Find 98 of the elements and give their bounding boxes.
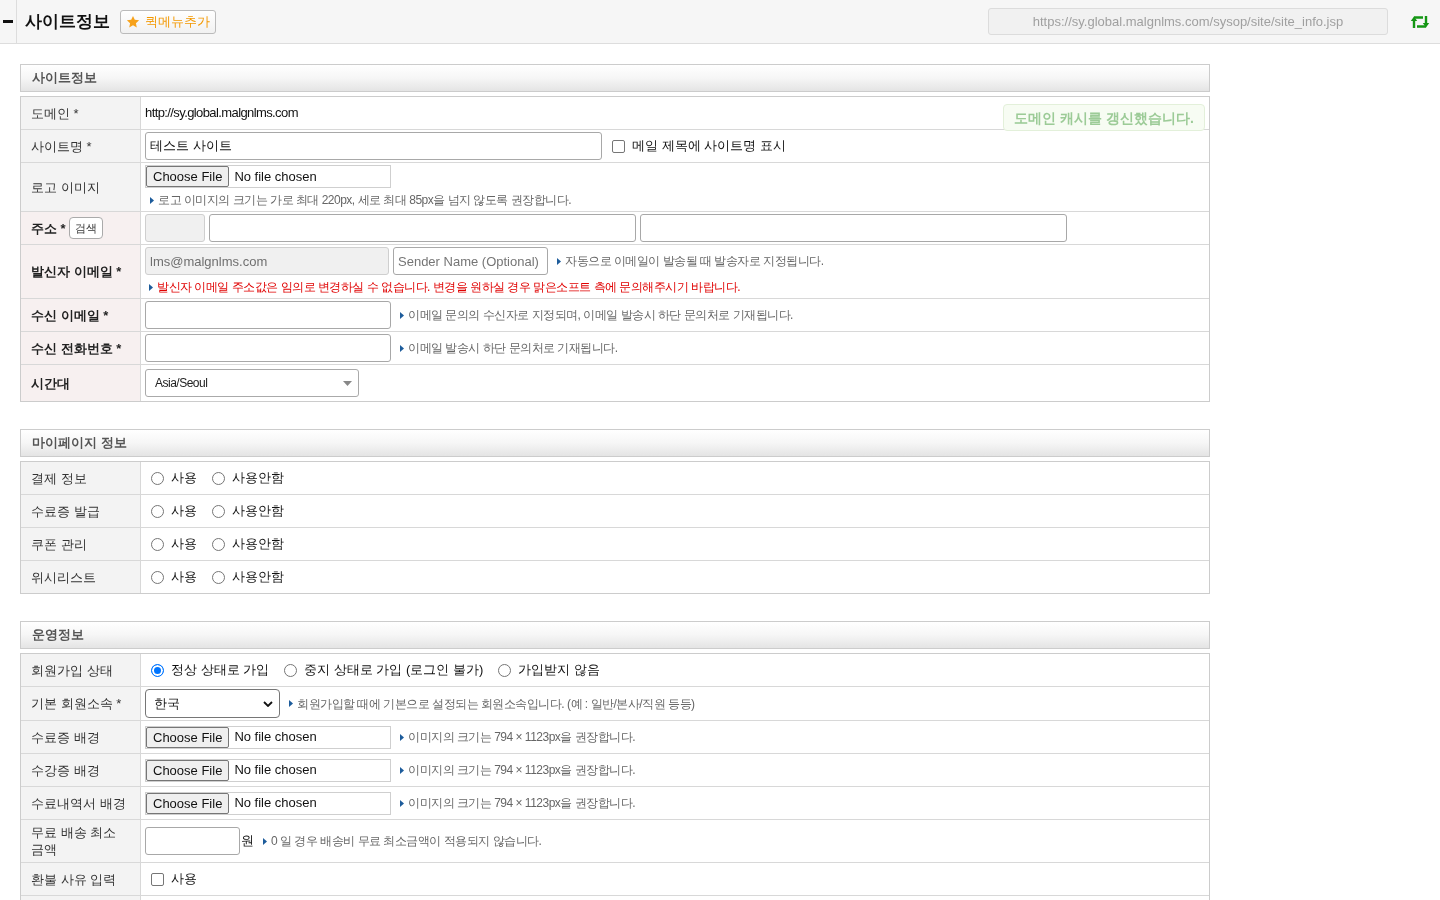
triangle-bullet-icon bbox=[263, 837, 267, 845]
radio-label: 사용안함 bbox=[232, 469, 284, 488]
unit-text: 원 bbox=[241, 832, 254, 851]
choose-file-button[interactable]: Choose File bbox=[146, 166, 230, 187]
field-label: 로고 이미지 bbox=[31, 178, 100, 196]
radio-button[interactable] bbox=[151, 570, 164, 584]
radio-label: 가입받지 않음 bbox=[518, 661, 600, 680]
radio-button[interactable] bbox=[498, 663, 512, 677]
radio-label: 사용안함 bbox=[232, 502, 284, 521]
field-label: 발신자 이메일 * bbox=[31, 263, 122, 280]
hint-text: 회원가입할 때에 기본으로 설정되는 회원소속입니다. (예 : 일반/본사/직원 등등) bbox=[297, 695, 695, 713]
radio-label: 사용 bbox=[171, 502, 197, 521]
select-field[interactable]: 한국 bbox=[145, 689, 280, 718]
triangle-down-icon bbox=[343, 380, 352, 386]
hint-text: 0 일 경우 배송비 무료 최소금액이 적용되지 않습니다. bbox=[271, 833, 542, 850]
file-field[interactable]: Choose File No file chosen bbox=[145, 725, 391, 749]
text-field[interactable] bbox=[145, 301, 391, 329]
radio-button[interactable] bbox=[151, 663, 164, 677]
choose-file-button[interactable]: Choose File bbox=[146, 726, 230, 748]
radio-button[interactable] bbox=[212, 471, 225, 485]
triangle-bullet-icon bbox=[289, 700, 293, 707]
hint-text: 자동으로 이메일이 발송될 때 발송자로 지정됩니다. bbox=[565, 253, 824, 270]
triangle-bullet-icon bbox=[400, 311, 404, 319]
file-field[interactable]: Choose File No file chosen bbox=[145, 791, 391, 815]
checkbox-label: 사용 bbox=[171, 870, 197, 889]
chevron-down-icon bbox=[263, 700, 273, 707]
text-field[interactable] bbox=[209, 214, 636, 242]
radio-label: 사용 bbox=[171, 568, 197, 587]
triangle-bullet-icon bbox=[150, 196, 154, 204]
radio-button[interactable] bbox=[151, 504, 164, 518]
radio-label: 중지 상태로 가입 (로그인 불가) bbox=[304, 661, 484, 680]
section-header: 사이트정보 bbox=[20, 64, 1210, 92]
file-field[interactable]: Choose File No file chosen bbox=[145, 758, 391, 782]
field-label: 수료내역서 배경 bbox=[31, 794, 126, 812]
search-button[interactable]: 검색 bbox=[68, 217, 103, 239]
checkbox[interactable] bbox=[612, 139, 625, 153]
triangle-bullet-icon bbox=[149, 283, 153, 291]
toast-message: 도메인 캐시를 갱신했습니다. bbox=[1003, 104, 1205, 131]
file-status-text: No file chosen bbox=[234, 167, 317, 186]
text-field[interactable] bbox=[145, 827, 240, 855]
field-label: 수료증 배경 bbox=[31, 728, 100, 746]
field-label: 쿠폰 관리 bbox=[31, 535, 87, 553]
field-label: 수강증 배경 bbox=[31, 761, 100, 779]
choose-file-button[interactable]: Choose File bbox=[146, 792, 230, 814]
triangle-bullet-icon bbox=[400, 344, 404, 352]
field-label: 결제 정보 bbox=[31, 469, 87, 487]
refresh-icon[interactable] bbox=[1410, 13, 1430, 30]
radio-label: 사용안함 bbox=[232, 535, 284, 554]
radio-label: 사용안함 bbox=[232, 568, 284, 587]
triangle-bullet-icon bbox=[400, 799, 404, 807]
field-label: 회원가입 상태 bbox=[31, 661, 113, 679]
field-label: 주소 * bbox=[31, 219, 66, 237]
triangle-bullet-icon bbox=[400, 766, 404, 774]
section-header: 마이페이지 정보 bbox=[20, 429, 1210, 457]
page-title: 사이트정보 bbox=[25, 10, 110, 33]
file-status-text: No file chosen bbox=[234, 794, 317, 813]
radio-button[interactable] bbox=[151, 471, 164, 485]
file-status-text: No file chosen bbox=[234, 728, 317, 747]
field-label: 수료증 발급 bbox=[31, 502, 100, 520]
checkbox-label: 메일 제목에 사이트명 표시 bbox=[632, 137, 786, 156]
hint-text: 이미지의 크기는 794 × 1123px을 권장합니다. bbox=[408, 795, 635, 812]
field-label: 시간대 bbox=[31, 374, 70, 392]
field-label: 수신 전화번호 * bbox=[31, 339, 122, 357]
value-text: http://sy.global.malgnlms.com bbox=[145, 104, 298, 123]
hint-text: 로고 이미지의 크기는 가로 최대 220px, 세로 최대 85px을 넘지 않도록 권장합니다. bbox=[158, 192, 572, 209]
field-label: 수신 이메일 * bbox=[31, 306, 109, 324]
field-label: 도메인 * bbox=[31, 104, 79, 122]
checkbox[interactable] bbox=[151, 872, 164, 886]
star-icon bbox=[126, 14, 140, 29]
file-status-text: No file chosen bbox=[234, 761, 317, 780]
field-label: 기본 회원소속 * bbox=[31, 695, 122, 712]
field-label: 환불 사유 입력 bbox=[31, 870, 117, 888]
warning-text: 발신자 이메일 주소값은 임의로 변경하실 수 없습니다. 변경을 원하실 경우 맑은소프트 측에 문의해주시기 바랍니다. bbox=[157, 279, 740, 296]
select-field[interactable]: Asia/Seoul bbox=[145, 369, 359, 397]
hint-text: 이미지의 크기는 794 × 1123px을 권장합니다. bbox=[408, 762, 635, 779]
text-field[interactable] bbox=[145, 334, 391, 362]
radio-label: 사용 bbox=[171, 535, 197, 554]
field-label: 위시리스트 bbox=[31, 568, 96, 586]
triangle-bullet-icon bbox=[557, 257, 561, 265]
section-header: 운영정보 bbox=[20, 621, 1210, 649]
field-label: 무료 배송 최소 금액 bbox=[31, 824, 118, 858]
radio-label: 사용 bbox=[171, 469, 197, 488]
choose-file-button[interactable]: Choose File bbox=[146, 759, 230, 781]
radio-label: 정상 상태로 가입 bbox=[171, 661, 270, 680]
hint-text: 이메일 문의의 수신자로 지정되며, 이메일 발송시 하단 문의처로 기재됩니다. bbox=[408, 307, 793, 324]
radio-button[interactable] bbox=[212, 504, 225, 518]
field-label: 사이트명 * bbox=[31, 137, 92, 155]
radio-button[interactable] bbox=[151, 537, 164, 551]
triangle-bullet-icon bbox=[400, 733, 404, 741]
radio-button[interactable] bbox=[284, 663, 298, 677]
text-field[interactable]: 테스트 사이트 bbox=[145, 132, 602, 160]
text-field[interactable]: Sender Name (Optional) bbox=[393, 247, 548, 275]
file-field[interactable]: Choose File No file chosen bbox=[145, 165, 391, 188]
hint-text: 이메일 발송시 하단 문의처로 기재됩니다. bbox=[408, 340, 618, 357]
radio-button[interactable] bbox=[212, 570, 225, 584]
text-field[interactable] bbox=[640, 214, 1067, 242]
radio-button[interactable] bbox=[212, 537, 225, 551]
hint-text: 이미지의 크기는 794 × 1123px을 권장합니다. bbox=[408, 729, 635, 746]
